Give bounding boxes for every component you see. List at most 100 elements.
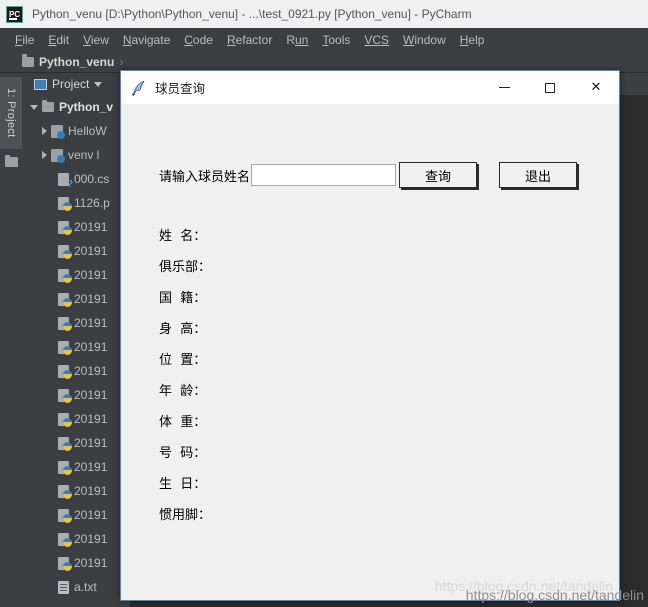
python-file-icon	[58, 316, 72, 331]
tree-item-file[interactable]: 20191	[22, 215, 130, 239]
project-icon	[34, 78, 47, 90]
tree-item-root[interactable]: Python_v	[22, 95, 130, 119]
project-panel-header[interactable]: Project	[22, 73, 130, 95]
tree-item-file[interactable]: 20191	[22, 359, 130, 383]
search-label: 请输入球员姓名:	[159, 169, 255, 185]
field-row-height: 身 高：	[159, 312, 217, 343]
tree-item-label: 20191	[74, 268, 108, 282]
tree-item-label: 20191	[74, 508, 108, 522]
chevron-down-icon[interactable]	[94, 81, 103, 87]
tree-item-label: 20191	[74, 364, 108, 378]
field-label: 年 龄：	[159, 384, 207, 399]
dialog-body: 请输入球员姓名: 查询 退出 姓 名： 俱乐部： 国 籍： 身 高： 位 置： …	[121, 104, 619, 600]
breadcrumb-separator: ›	[119, 54, 124, 69]
folder-icon	[5, 154, 18, 167]
dialog-title-label: 球员查询	[155, 82, 206, 96]
menu-item-file[interactable]: File	[8, 33, 41, 47]
python-file-icon	[58, 388, 72, 403]
python-file-icon	[58, 412, 72, 427]
menu-item-code[interactable]: Code	[177, 33, 220, 47]
menu-item-help[interactable]: Help	[453, 33, 492, 47]
field-label: 号 码：	[159, 446, 207, 461]
tree-item-file[interactable]: 000.cs	[22, 167, 130, 191]
field-label: 体 重：	[159, 415, 207, 430]
feather-icon	[131, 80, 145, 96]
tree-item-label: a.txt	[74, 580, 97, 594]
tool-window-button-label: 1: Project	[5, 88, 17, 138]
tree-item-file[interactable]: 20191	[22, 335, 130, 359]
text-file-icon	[58, 580, 69, 594]
minimize-button[interactable]	[481, 71, 527, 104]
field-row-birthday: 生 日：	[159, 467, 217, 498]
menu-item-view[interactable]: View	[76, 33, 116, 47]
chevron-down-icon[interactable]	[30, 104, 38, 110]
menu-item-tools[interactable]: Tools	[315, 33, 357, 47]
python-file-icon	[58, 292, 72, 307]
tree-item-label: 20191	[74, 556, 108, 570]
python-file-icon	[58, 196, 72, 211]
tree-item-file[interactable]: 1126.p	[22, 191, 130, 215]
tree-item-file[interactable]: 20191	[22, 503, 130, 527]
field-label: 俱乐部：	[159, 260, 212, 275]
breadcrumb-item-root[interactable]: Python_venu	[22, 54, 115, 69]
minimize-icon	[498, 87, 510, 88]
project-panel-title: Project	[52, 77, 90, 91]
exit-button[interactable]: 退出	[499, 162, 577, 188]
tree-item-file[interactable]: 20191	[22, 287, 130, 311]
menu-item-run[interactable]: Run	[279, 33, 315, 47]
field-row-weight: 体 重：	[159, 405, 217, 436]
tree-item-file[interactable]: 20191	[22, 383, 130, 407]
field-label: 国 籍：	[159, 291, 207, 306]
maximize-button[interactable]	[527, 71, 573, 104]
module-folder-icon	[51, 124, 65, 139]
python-file-icon	[58, 364, 72, 379]
tree-item-file[interactable]: 20191	[22, 527, 130, 551]
chevron-right-icon[interactable]	[42, 151, 47, 159]
tree-item-file[interactable]: 20191	[22, 239, 130, 263]
python-file-icon	[58, 268, 72, 283]
tool-window-button-project[interactable]: 1: Project	[0, 77, 22, 149]
field-row-number: 号 码：	[159, 436, 217, 467]
tree-item-file[interactable]: 20191	[22, 311, 130, 335]
tree-item-label: 20191	[74, 532, 108, 546]
project-tool-window: Project Python_v HelloW venv l 000.cs 11…	[22, 73, 130, 607]
field-label: 位 置：	[159, 353, 207, 368]
tree-item-file[interactable]: 20191	[22, 407, 130, 431]
field-row-preferred-foot: 惯用脚：	[159, 498, 217, 529]
menu-item-vcs[interactable]: VCS	[357, 33, 396, 47]
python-file-icon	[58, 484, 72, 499]
menu-item-window[interactable]: Window	[396, 33, 453, 47]
tool-window-strip: 1: Project	[0, 73, 23, 607]
player-name-input[interactable]	[251, 164, 396, 186]
pycharm-logo-icon: PC	[6, 5, 23, 23]
tree-item-file[interactable]: a.txt	[22, 575, 130, 599]
ide-window-title: Python_venu [D:\Python\Python_venu] - ..…	[32, 7, 472, 21]
module-folder-icon	[51, 148, 65, 163]
player-info-fields: 姓 名： 俱乐部： 国 籍： 身 高： 位 置： 年 龄： 体 重： 号 码： …	[159, 219, 217, 529]
tree-item-file[interactable]: 20191	[22, 479, 130, 503]
tree-item-file[interactable]: 20191	[22, 263, 130, 287]
menu-item-edit[interactable]: Edit	[41, 33, 76, 47]
field-label: 姓 名：	[159, 229, 207, 244]
tree-item-module[interactable]: venv l	[22, 143, 130, 167]
python-file-icon	[58, 220, 72, 235]
menu-item-navigate[interactable]: Navigate	[116, 33, 177, 47]
menu-item-refactor[interactable]: Refactor	[220, 33, 279, 47]
python-file-icon	[58, 340, 72, 355]
menu-bar: File Edit View Navigate Code Refactor Ru…	[0, 28, 648, 51]
tree-item-label: venv l	[68, 148, 100, 162]
tree-item-module[interactable]: HelloW	[22, 119, 130, 143]
breadcrumb-root-label: Python_venu	[39, 54, 115, 69]
tree-item-file[interactable]: 20191	[22, 455, 130, 479]
tree-item-file[interactable]: 20191	[22, 431, 130, 455]
csv-file-icon	[58, 172, 73, 190]
tree-item-file[interactable]: 20191	[22, 551, 130, 575]
python-file-icon	[58, 244, 72, 259]
tree-item-label: Python_v	[59, 100, 114, 114]
close-button[interactable]: ✕	[573, 71, 619, 104]
chevron-right-icon[interactable]	[42, 127, 47, 135]
dialog-title-bar[interactable]: 球员查询 ✕	[121, 71, 619, 104]
query-button[interactable]: 查询	[399, 162, 477, 188]
watermark-text: https://blog.csdn.net/tandelin	[465, 587, 644, 603]
tree-item-label: 20191	[74, 412, 108, 426]
